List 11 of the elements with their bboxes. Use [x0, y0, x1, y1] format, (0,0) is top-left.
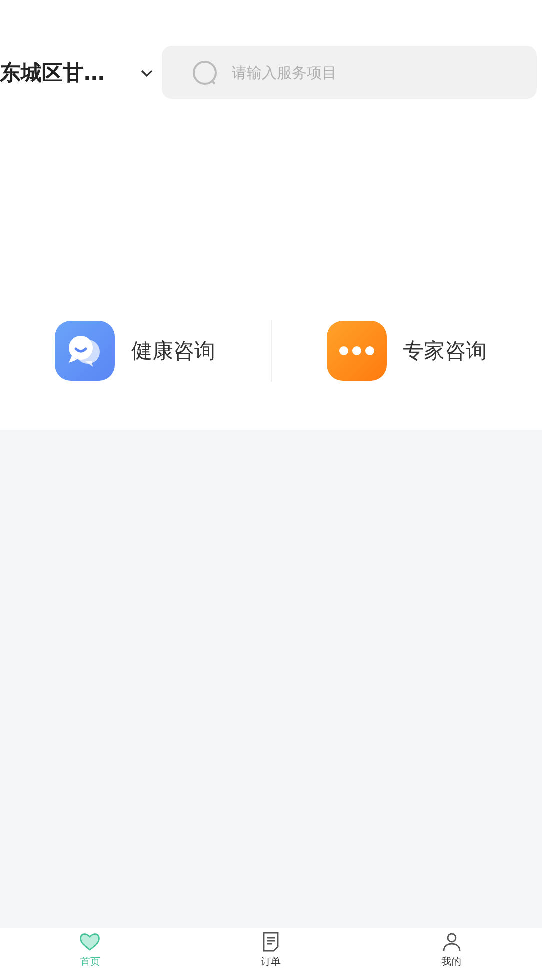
more-dots-icon: [326, 321, 387, 381]
person-icon: [440, 931, 463, 953]
chevron-down-icon[interactable]: [140, 68, 154, 78]
heart-icon: [79, 931, 102, 953]
tab[interactable]: 我的: [361, 928, 542, 972]
chat-bubbles-icon: [55, 321, 116, 381]
service-link[interactable]: 专家咨询: [402, 337, 487, 365]
location-label[interactable]: 东城区甘…: [0, 58, 122, 86]
service-link[interactable]: 健康咨询: [131, 337, 216, 365]
search-field[interactable]: 请输入服务项目: [162, 46, 537, 99]
tab[interactable]: 订单: [180, 928, 362, 972]
